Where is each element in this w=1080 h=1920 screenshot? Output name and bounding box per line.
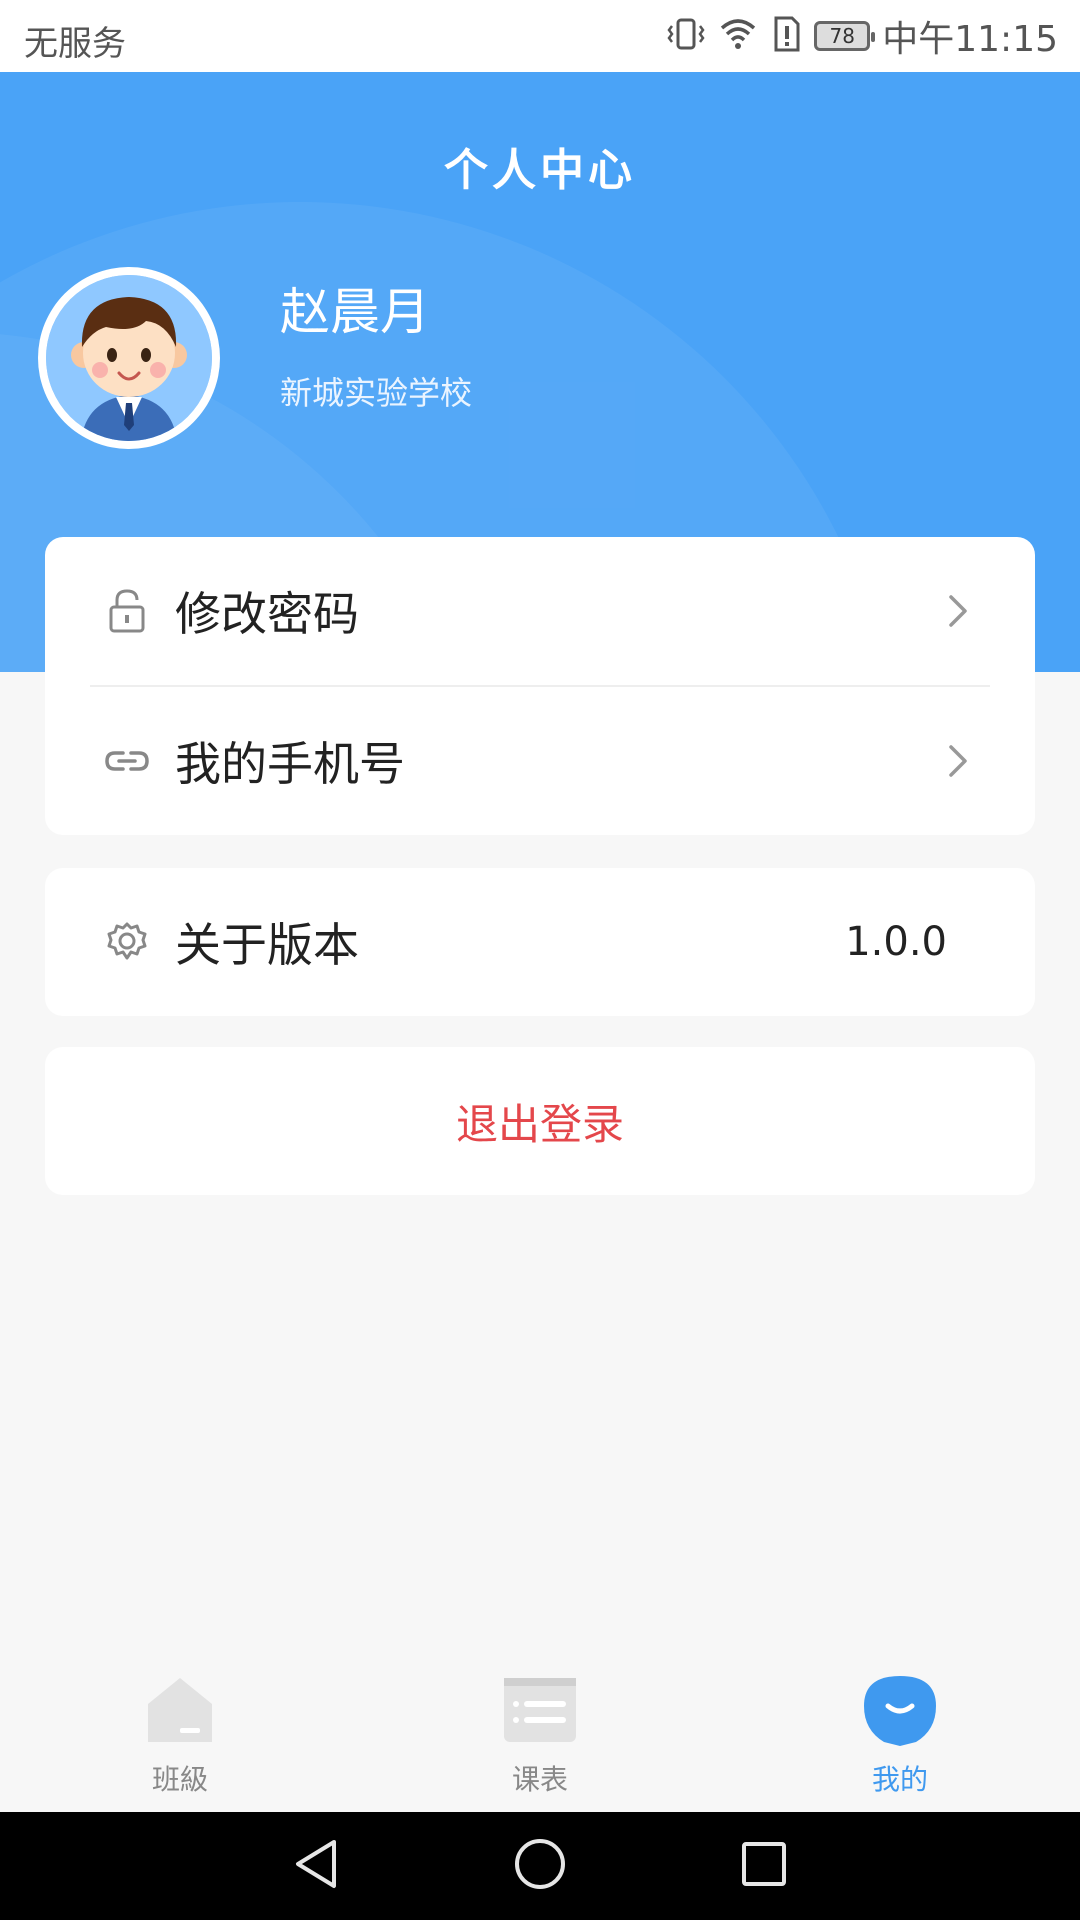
tab-label: 课表 [511,1763,568,1796]
vibrate-icon [666,14,706,58]
battery-level: 78 [829,24,855,48]
system-nav-bar [0,1812,1080,1920]
logout-button[interactable]: 退出登录 [45,1047,1035,1195]
tab-label: 我的 [871,1763,928,1796]
status-bar: 无服务 78 中午11:15 [0,0,1080,72]
user-school: 新城实验学校 [280,374,473,412]
carrier-text: 无服务 [24,24,126,64]
tab-class[interactable]: 班級 [0,1650,360,1812]
boy-avatar-icon [46,275,212,441]
bottom-tab-bar: 班級 课表 我的 [0,1650,1080,1812]
about-version-row[interactable]: 关于版本 1.0.0 [45,868,1035,1016]
recents-icon[interactable] [738,1838,790,1894]
status-icons: 78 中午11:15 [666,12,1058,60]
tab-mine[interactable]: 我的 [720,1650,1080,1812]
about-version-label: 关于版本 [175,918,359,972]
avatar[interactable] [38,267,220,449]
about-card: 关于版本 1.0.0 [45,868,1035,1016]
home-icon [142,1672,218,1748]
back-icon[interactable] [290,1836,342,1896]
page-title: 个人中心 [444,145,636,196]
tab-label: 班級 [151,1763,208,1796]
schedule-icon [502,1672,578,1748]
chevron-right-icon [937,591,977,631]
chevron-right-icon [937,741,977,781]
wifi-icon [718,14,758,58]
tab-schedule[interactable]: 课表 [360,1650,720,1812]
link-icon [103,737,151,785]
my-phone-label: 我的手机号 [175,737,405,791]
logout-card: 退出登录 [45,1047,1035,1195]
change-password-row[interactable]: 修改密码 [45,537,1035,685]
clock: 中午11:15 [882,19,1058,60]
sim-alert-icon [770,14,802,58]
my-phone-row[interactable]: 我的手机号 [45,687,1035,835]
lock-icon [103,587,151,635]
gear-icon [103,918,151,966]
profile-icon [862,1672,938,1748]
battery-icon: 78 [814,21,876,51]
home-circle-icon[interactable] [512,1836,568,1896]
version-value: 1.0.0 [845,919,947,965]
account-settings-card: 修改密码 我的手机号 [45,537,1035,835]
user-name: 赵晨月 [280,283,430,341]
change-password-label: 修改密码 [175,587,359,641]
